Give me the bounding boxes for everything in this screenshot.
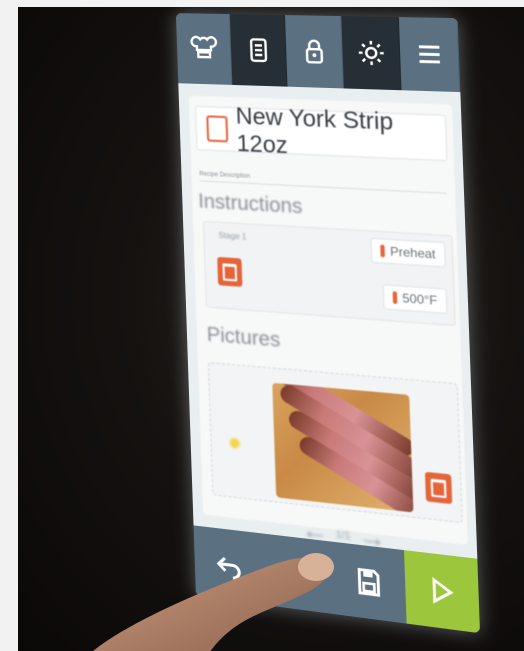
recipe-editor-panel: New York Strip 12oz Recipe Description I… [189, 96, 468, 545]
tab-recipes[interactable] [230, 14, 288, 87]
pictures-heading: Pictures [206, 324, 280, 353]
favorite-dot-icon [229, 438, 239, 449]
description-placeholder: Recipe Description [199, 171, 250, 180]
temperature-button[interactable]: 500°F [383, 284, 448, 314]
delete-stage-button[interactable] [217, 257, 242, 287]
preheat-button[interactable]: Preheat [370, 238, 446, 268]
hamburger-menu-icon [413, 39, 445, 69]
delete-picture-button[interactable] [425, 472, 452, 504]
sun-icon [355, 38, 386, 68]
instructions-heading: Instructions [198, 190, 303, 219]
thermometer-icon [392, 291, 397, 304]
trash-icon [222, 263, 237, 281]
recipe-type-icon [206, 115, 228, 142]
temperature-label: 500°F [402, 291, 437, 308]
lock-icon [299, 37, 329, 67]
recipe-photo[interactable] [272, 383, 413, 513]
tab-menu[interactable] [399, 17, 460, 92]
recipe-title: New York Strip 12oz [235, 102, 446, 166]
start-cook-button[interactable] [403, 550, 480, 633]
recipe-card-icon [243, 36, 273, 65]
tab-settings-brightness[interactable] [341, 16, 401, 90]
play-icon [425, 574, 459, 610]
photo-background: New York Strip 12oz Recipe Description I… [18, 7, 524, 651]
pointing-hand [36, 527, 356, 651]
save-icon [352, 565, 385, 600]
recipe-description-field[interactable]: Recipe Description [199, 162, 447, 194]
chef-hat-icon [189, 34, 218, 63]
trash-icon [431, 478, 447, 498]
stage-card: Stage 1 Preheat 500°F [203, 221, 456, 326]
preheat-label: Preheat [390, 244, 436, 261]
recipe-title-field[interactable]: New York Strip 12oz [195, 106, 448, 161]
tab-chef[interactable] [176, 13, 232, 85]
thermometer-icon [380, 245, 385, 258]
pictures-carousel [208, 362, 463, 523]
top-nav-bar [176, 13, 460, 92]
stage-label: Stage 1 [218, 231, 246, 242]
tab-lock[interactable] [285, 15, 344, 88]
